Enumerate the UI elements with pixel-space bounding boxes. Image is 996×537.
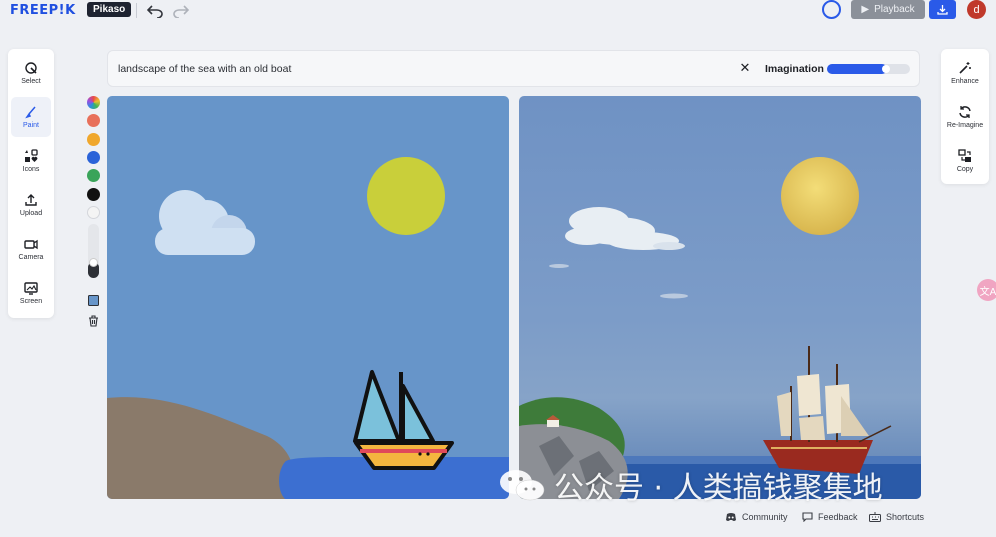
color-swatch-blue[interactable]: [87, 151, 100, 164]
community-label: Community: [742, 512, 788, 522]
imagination-slider-fill: [827, 64, 887, 74]
color-picker-wheel[interactable]: [87, 96, 100, 109]
color-swatch-coral[interactable]: [87, 114, 100, 127]
watermark: 公众号 · 人类搞钱聚集地: [498, 463, 883, 507]
tool-label: Camera: [18, 254, 44, 261]
imagination-slider-knob[interactable]: [882, 65, 890, 73]
tool-screen[interactable]: Screen: [11, 273, 51, 313]
color-swatch-white[interactable]: [87, 206, 100, 219]
copy-icon: [958, 149, 971, 162]
select-pointer-icon: [25, 62, 37, 74]
tool-label: Screen: [19, 298, 43, 305]
redo-icon[interactable]: [172, 2, 190, 20]
imagination-label: Imagination: [765, 63, 824, 75]
tool-label: Select: [21, 78, 41, 85]
upload-icon: [25, 194, 37, 206]
paint-brush-icon: [25, 106, 36, 119]
tool-label: Paint: [23, 122, 39, 129]
tool-label: Icons: [22, 166, 40, 173]
moon-render: [781, 157, 859, 235]
chat-bubble-icon: [802, 512, 813, 522]
cloud-sketch: [155, 190, 255, 255]
left-tool-rail: Select Paint Icons Upload Camera Screen: [8, 49, 54, 318]
feedback-link[interactable]: Feedback: [802, 512, 858, 522]
status-circle-button[interactable]: [822, 0, 841, 19]
avatar[interactable]: d: [967, 0, 986, 19]
shapes-icon: [25, 149, 38, 162]
tool-label: Re-Imagine: [946, 122, 984, 129]
color-swatch-orange[interactable]: [87, 133, 100, 146]
tool-upload[interactable]: Upload: [11, 185, 51, 225]
tool-label: Copy: [956, 166, 974, 173]
translate-bubble-icon[interactable]: 文A: [977, 279, 996, 301]
brush-size-slider[interactable]: [88, 224, 99, 278]
watermark-text: 公众号 · 人类搞钱聚集地: [554, 471, 883, 506]
tool-enhance[interactable]: Enhance: [945, 53, 985, 93]
prompt-input[interactable]: landscape of the sea with an old boat: [118, 63, 291, 75]
pikaso-badge: Pikaso: [87, 2, 132, 17]
download-icon: [937, 5, 948, 15]
trash-icon[interactable]: [87, 314, 100, 327]
sketch-canvas[interactable]: [107, 96, 509, 499]
color-swatch-green[interactable]: [87, 169, 100, 182]
tool-select[interactable]: Select: [11, 53, 51, 93]
background-color-icon[interactable]: [87, 294, 100, 307]
top-bar: FREEP!K Pikaso ▶ Playback d: [0, 0, 996, 22]
feedback-label: Feedback: [818, 512, 858, 522]
tool-copy[interactable]: Copy: [945, 141, 985, 181]
freepik-logo[interactable]: FREEP!K: [10, 3, 76, 18]
clear-prompt-icon[interactable]: ✕: [738, 60, 752, 75]
boat-sketch: [353, 370, 454, 470]
keyboard-icon: [869, 512, 881, 522]
sun-sketch: [367, 157, 445, 235]
tool-label: Upload: [19, 210, 43, 217]
camera-icon: [24, 239, 38, 250]
prompt-bar: landscape of the sea with an old boat ✕ …: [107, 50, 920, 87]
discord-icon: [726, 513, 736, 521]
shortcuts-label: Shortcuts: [886, 512, 925, 522]
playback-label: Playback: [874, 4, 915, 15]
tool-icons[interactable]: Icons: [11, 141, 51, 181]
shortcuts-link[interactable]: Shortcuts: [869, 512, 924, 522]
cloud-render: [549, 207, 688, 299]
right-tool-rail: Enhance Re-Imagine Copy: [941, 49, 989, 184]
community-link[interactable]: Community: [725, 512, 788, 522]
refresh-icon: [959, 106, 971, 118]
magic-wand-icon: [959, 62, 971, 74]
tool-paint[interactable]: Paint: [11, 97, 51, 137]
color-swatch-black[interactable]: [87, 188, 100, 201]
hill-sketch: [107, 397, 294, 499]
tool-camera[interactable]: Camera: [11, 229, 51, 269]
imagination-slider[interactable]: [827, 64, 910, 74]
play-icon: ▶: [861, 4, 870, 15]
wechat-icon: [500, 470, 545, 501]
undo-icon[interactable]: [146, 2, 164, 20]
generated-image[interactable]: [519, 96, 921, 499]
toolbar-divider: [136, 3, 137, 18]
screen-capture-icon: [24, 282, 38, 295]
ship-render: [763, 346, 892, 474]
download-button[interactable]: [929, 0, 956, 19]
brush-size-knob[interactable]: [89, 258, 98, 267]
playback-button[interactable]: ▶ Playback: [851, 0, 925, 19]
tool-label: Enhance: [951, 78, 979, 85]
tool-reimagine[interactable]: Re-Imagine: [945, 97, 985, 137]
